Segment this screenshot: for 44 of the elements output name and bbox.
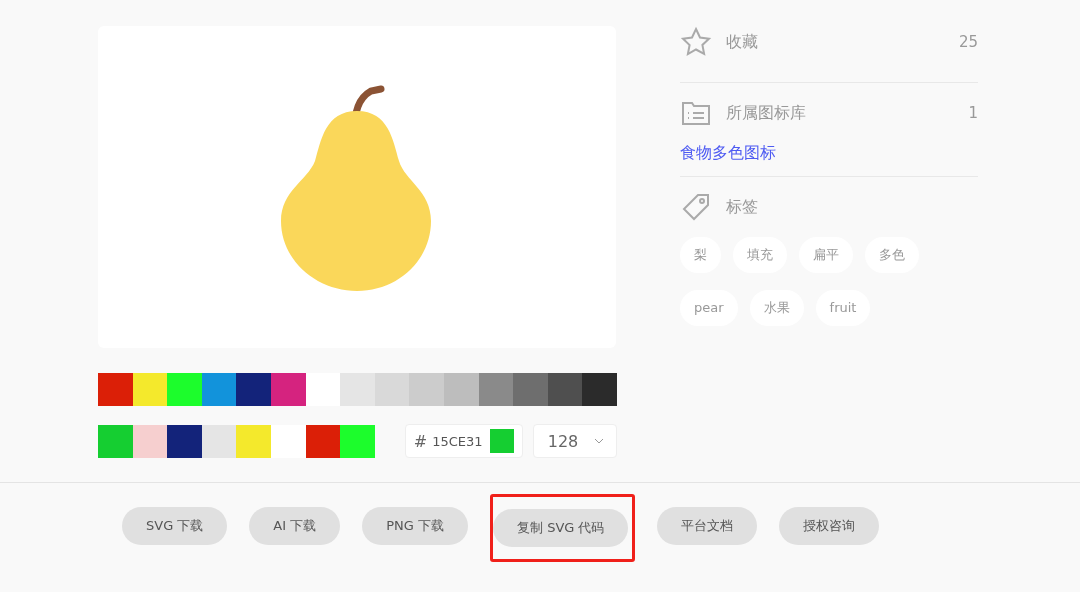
star-icon [680,26,712,58]
color-swatch[interactable] [236,373,271,406]
color-swatch[interactable] [409,373,444,406]
color-swatch[interactable] [340,373,375,406]
color-swatch[interactable] [513,373,548,406]
color-swatch[interactable] [167,373,202,406]
stat-label: 收藏 [726,31,758,53]
color-swatch[interactable] [547,373,583,406]
color-swatch[interactable] [98,424,133,458]
color-swatch[interactable] [478,373,514,406]
stat-label: 所属图标库 [726,102,806,124]
color-swatch[interactable] [132,373,168,406]
action-button[interactable]: 授权咨询 [779,507,880,545]
color-swatch[interactable] [132,424,168,458]
stat-count: 25 [958,33,978,51]
tags-title: 标签 [726,196,758,218]
color-swatch[interactable] [305,424,341,458]
color-swatch[interactable] [270,373,306,406]
tag-chip[interactable]: 水果 [749,290,804,326]
color-swatch[interactable] [374,373,410,406]
color-swatch[interactable] [201,373,237,406]
chevron-down-icon [593,438,604,444]
tag-chip[interactable]: 扁平 [799,237,853,273]
stat-count: 1 [968,104,978,122]
color-swatch[interactable] [201,424,237,458]
action-button[interactable]: SVG 下载 [122,507,228,545]
color-swatch[interactable] [305,373,341,406]
color-swatch[interactable] [443,373,479,406]
action-button[interactable]: 平台文档 [657,507,758,545]
color-swatch[interactable] [270,424,306,458]
action-button[interactable]: PNG 下载 [362,507,468,545]
color-swatch[interactable] [582,373,617,406]
library-link[interactable]: 食物多色图标 [680,143,776,164]
color-swatch[interactable] [236,424,271,458]
tag-chip[interactable]: 填充 [733,237,787,273]
tag-chip[interactable]: 梨 [680,237,721,273]
action-button[interactable]: 复制 SVG 代码 [493,509,629,547]
color-swatch[interactable] [340,424,375,458]
action-button[interactable]: AI 下载 [249,507,341,545]
size-select[interactable]: 128 [532,424,617,458]
hex-color-field[interactable]: # 15CE31 [404,424,523,458]
color-swatch[interactable] [98,373,133,406]
tag-icon [680,191,712,223]
color-swatch[interactable] [167,424,202,458]
